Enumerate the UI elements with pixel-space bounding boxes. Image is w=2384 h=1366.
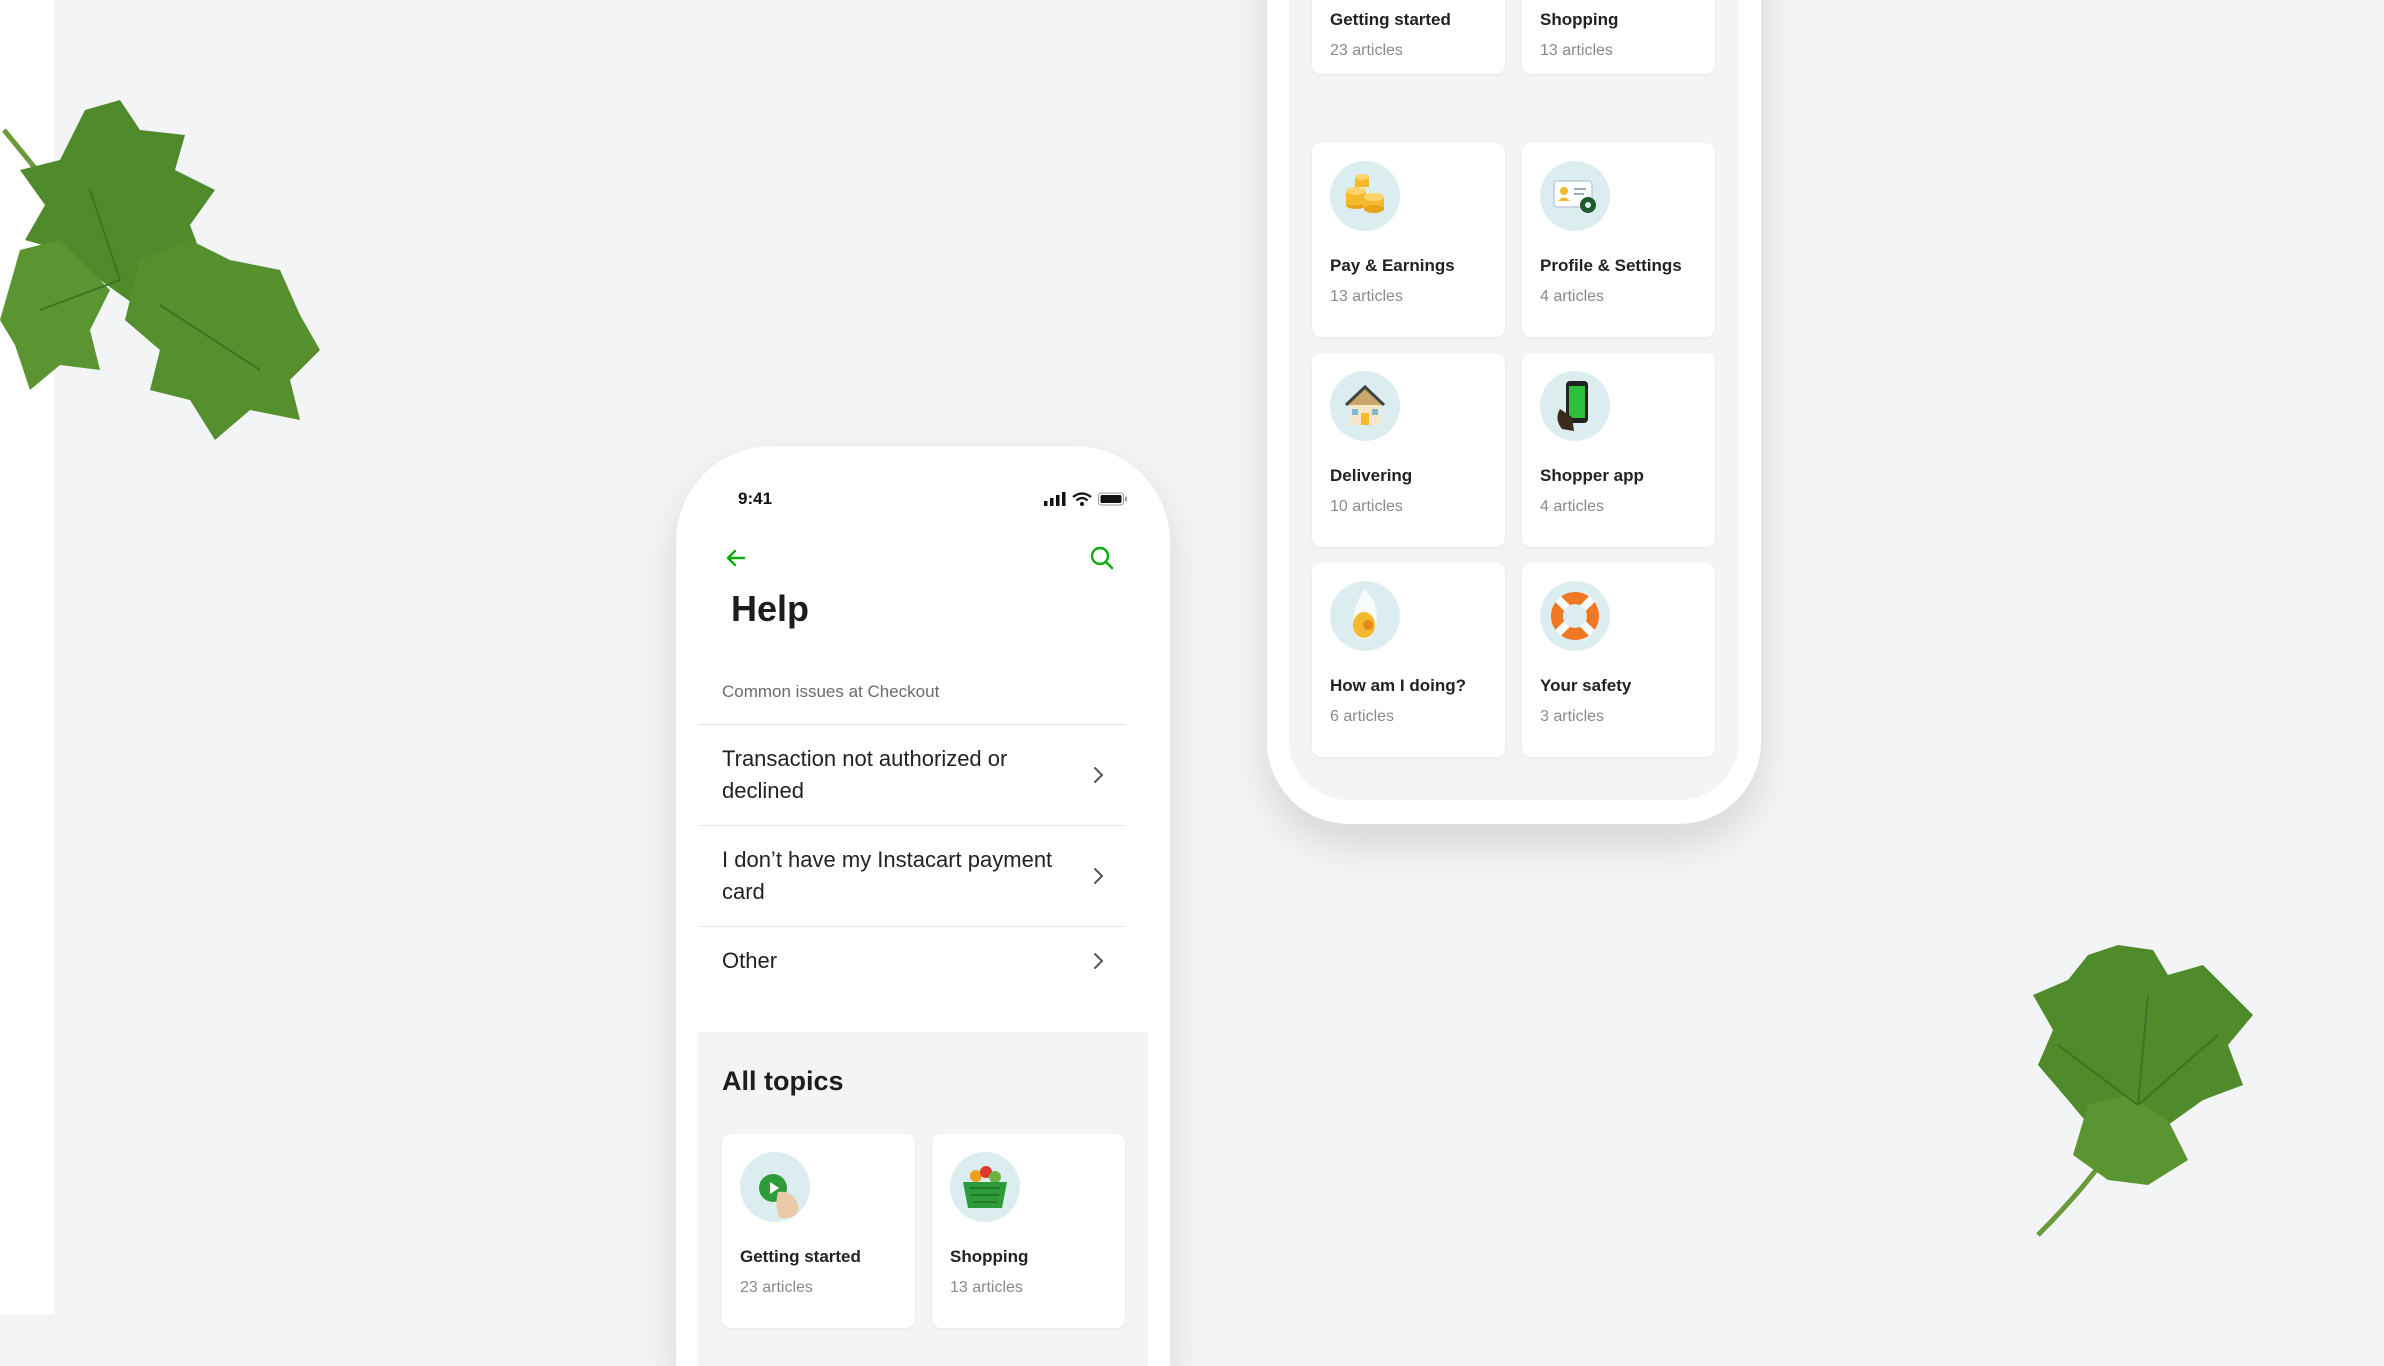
search-icon[interactable] xyxy=(1082,538,1122,578)
getting-started-icon xyxy=(740,1152,810,1222)
topic-name: Pay & Earnings xyxy=(1330,256,1455,275)
issue-item-other[interactable]: Other xyxy=(698,927,1126,995)
topic-card-shopping[interactable]: Shopping 13 articles xyxy=(1522,0,1715,74)
wifi-icon xyxy=(1072,492,1092,506)
topic-card-profile-settings[interactable]: Profile & Settings 4 articles xyxy=(1522,143,1715,337)
back-arrow-icon[interactable] xyxy=(716,538,756,578)
topic-name: Shopper app xyxy=(1540,466,1644,485)
topic-count: 13 articles xyxy=(1540,42,1613,59)
chevron-right-icon xyxy=(1084,867,1114,885)
all-topics-section: All topics Getting started 23 articles S… xyxy=(698,1032,1148,1366)
egg-timer-icon xyxy=(1330,581,1400,651)
issue-item-transaction-declined[interactable]: Transaction not authorized or declined xyxy=(698,725,1126,826)
topic-name: Shopping xyxy=(1540,10,1619,29)
issue-label: Other xyxy=(722,948,778,973)
topic-name: Your safety xyxy=(1540,676,1632,695)
chevron-right-icon xyxy=(1084,766,1114,784)
profile-settings-icon xyxy=(1540,161,1610,231)
battery-icon xyxy=(1098,492,1127,506)
topics-phone: Getting started 23 articles Shopping 13 … xyxy=(1267,0,1761,824)
phone-app-icon xyxy=(1540,371,1610,441)
topic-card-delivering[interactable]: Delivering 10 articles xyxy=(1312,353,1505,547)
topic-count: 13 articles xyxy=(950,1279,1023,1296)
topic-count: 6 articles xyxy=(1330,708,1395,725)
topic-card-pay-earnings[interactable]: Pay & Earnings 13 articles xyxy=(1312,143,1505,337)
topic-card-shopper-app[interactable]: Shopper app 4 articles xyxy=(1522,353,1715,547)
lifebuoy-icon xyxy=(1540,581,1610,651)
topic-name: Getting started xyxy=(740,1247,861,1266)
topic-count: 4 articles xyxy=(1540,498,1605,515)
shopping-basket-icon xyxy=(950,1152,1020,1222)
topics-grid-screen: Getting started 23 articles Shopping 13 … xyxy=(1289,0,1739,800)
status-bar: 9:41 xyxy=(738,486,1128,512)
status-time: 9:41 xyxy=(738,489,773,508)
coins-icon xyxy=(1330,161,1400,231)
topic-count: 23 articles xyxy=(1330,42,1403,59)
cilantro-leaf-bottom-right xyxy=(2033,945,2253,1237)
topic-name: How am I doing? xyxy=(1330,676,1466,695)
topic-name: Delivering xyxy=(1330,466,1413,485)
help-phone: 9:41 Help Common issues at Checkout Tran… xyxy=(676,446,1170,1366)
topic-count: 13 articles xyxy=(1330,288,1403,305)
topic-count: 4 articles xyxy=(1540,288,1605,305)
page-title: Help xyxy=(731,588,810,629)
issue-list: Transaction not authorized or declined I… xyxy=(698,724,1126,995)
topic-card-getting-started[interactable]: Getting started 23 articles xyxy=(722,1134,915,1328)
section-label: Common issues at Checkout xyxy=(722,682,940,701)
topic-card-shopping[interactable]: Shopping 13 articles xyxy=(932,1134,1125,1328)
issue-item-no-payment-card[interactable]: I don’t have my Instacart payment card xyxy=(698,826,1126,927)
topic-name: Getting started xyxy=(1330,10,1451,29)
topic-card-how-am-i-doing[interactable]: How am I doing? 6 articles xyxy=(1312,563,1505,757)
issue-label: Transaction not authorized or declined xyxy=(722,746,1008,803)
topic-count: 23 articles xyxy=(740,1279,813,1296)
house-icon xyxy=(1330,371,1400,441)
issue-label: I don’t have my Instacart payment card xyxy=(722,847,1053,904)
all-topics-heading: All topics xyxy=(722,1066,844,1096)
topic-name: Shopping xyxy=(950,1247,1029,1266)
cellular-signal-icon xyxy=(1044,492,1066,506)
topic-count: 3 articles xyxy=(1540,708,1605,725)
topic-card-getting-started[interactable]: Getting started 23 articles xyxy=(1312,0,1505,74)
chevron-right-icon xyxy=(1084,952,1114,970)
topic-count: 10 articles xyxy=(1330,498,1403,515)
topic-card-your-safety[interactable]: Your safety 3 articles xyxy=(1522,563,1715,757)
cilantro-leaf-top-left xyxy=(0,100,320,440)
topic-name: Profile & Settings xyxy=(1540,256,1682,275)
